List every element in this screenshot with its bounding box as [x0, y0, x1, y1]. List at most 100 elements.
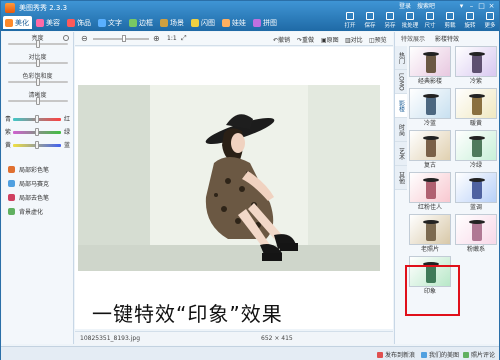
- effect-thumb-7[interactable]: 蓝调: [455, 172, 497, 212]
- canvas-status: 10825351_8193.jpg 652 × 415: [75, 331, 393, 345]
- maximize-icon[interactable]: □: [477, 2, 486, 10]
- zoom-ratio-button[interactable]: 1:1: [167, 35, 177, 42]
- toolbar-button-5[interactable]: 剪裁: [441, 11, 459, 31]
- zoom-knob[interactable]: [121, 35, 126, 42]
- title-toolbar: 美图秀秀 2.3.3 登录 搜索吧 ▾ – □ × 美化 美容 饰品 文字 边框 场景 闪图…: [1, 1, 499, 31]
- tab-5[interactable]: 场景: [158, 16, 187, 29]
- toolbar-button-4[interactable]: 尺寸: [421, 11, 439, 31]
- login-link[interactable]: 登录: [399, 3, 411, 10]
- paint-tool-2[interactable]: 局部去色笔: [8, 190, 49, 204]
- tab-8[interactable]: 拼图: [251, 16, 280, 29]
- toolbar-button-1[interactable]: 保存: [361, 11, 379, 31]
- slider-knob[interactable]: [36, 78, 40, 86]
- effect-thumb-6[interactable]: 红粉佳人: [409, 172, 451, 212]
- share-weibo-link[interactable]: 发布到新浪: [377, 350, 415, 359]
- tab-4[interactable]: 边框: [127, 16, 156, 29]
- user-links: 登录 搜索吧: [399, 3, 439, 11]
- tab-6[interactable]: 闪图: [189, 16, 218, 29]
- original-button[interactable]: ▣原图: [321, 35, 339, 44]
- image-dimensions: 652 × 415: [261, 335, 293, 342]
- palette-icon: [5, 18, 13, 27]
- toolbar-button-7[interactable]: 更多: [481, 11, 499, 31]
- puzzle-icon: [253, 18, 261, 27]
- tab-label: 娃娃: [232, 18, 246, 27]
- effect-thumb-3[interactable]: 暖黄: [455, 88, 497, 128]
- effect-thumb-1[interactable]: 冷紫: [455, 46, 497, 86]
- canvas-area[interactable]: 一键特效“印象”效果: [75, 47, 393, 329]
- search-link[interactable]: 搜索吧: [417, 3, 435, 10]
- paint-tool-3[interactable]: 背景虚化: [8, 204, 49, 218]
- side-tab-1[interactable]: LOMO: [395, 70, 407, 94]
- fit-screen-icon[interactable]: ⤢: [181, 34, 187, 43]
- tab-1[interactable]: 美容: [34, 16, 63, 29]
- toolbar-label: 旋转: [464, 23, 476, 29]
- color-slider-knob[interactable]: [35, 128, 39, 136]
- undo-button[interactable]: ↶撤销: [273, 35, 290, 44]
- toolbar-label: 另存: [384, 23, 396, 29]
- effect-label: 冷蓝: [423, 120, 436, 127]
- side-tab-3[interactable]: 时尚: [395, 118, 407, 142]
- side-tab-4[interactable]: 艺术: [395, 142, 407, 166]
- face-icon: [36, 18, 44, 27]
- tab-3[interactable]: 文字: [96, 16, 125, 29]
- minimize-icon[interactable]: –: [467, 2, 476, 10]
- toolbar-button-6[interactable]: 旋转: [461, 11, 479, 31]
- redo-button[interactable]: ↷重做: [297, 35, 314, 44]
- preview-button[interactable]: ◫预览: [369, 35, 387, 44]
- toolbar-button-3[interactable]: 批处理: [401, 11, 419, 31]
- tab-7[interactable]: 娃娃: [220, 16, 249, 29]
- compare-button[interactable]: ▥对比: [345, 35, 363, 44]
- toolbar-button-2[interactable]: 另存: [381, 11, 399, 31]
- effect-label: 经典影楼: [417, 78, 442, 85]
- paint-tool-1[interactable]: 局部马赛克: [8, 176, 49, 190]
- skin-icon[interactable]: ▾: [457, 2, 466, 10]
- color-slider-left-label: 黄: [5, 142, 12, 149]
- effect-thumb-5[interactable]: 冷绿: [455, 130, 497, 170]
- toolbar-button-0[interactable]: 打开: [341, 11, 359, 31]
- color-slider-right-label: 红: [64, 116, 71, 123]
- frame-icon: [129, 18, 137, 27]
- color-slider-knob[interactable]: [35, 115, 39, 123]
- brush-icon: [8, 165, 15, 173]
- effect-label: 暖黄: [469, 120, 482, 127]
- slider-knob[interactable]: [36, 40, 40, 48]
- side-tab-0[interactable]: 热门: [395, 46, 407, 70]
- effect-label: 冷绿: [469, 162, 482, 169]
- app-title: 美图秀秀 2.3.3: [19, 4, 68, 12]
- effects-show-label: 特效展示: [401, 36, 426, 43]
- effect-thumb-8[interactable]: 老照片: [409, 214, 451, 254]
- slider-knob[interactable]: [36, 97, 40, 105]
- photo-preview[interactable]: [78, 85, 380, 271]
- paint-tool-0[interactable]: 局部彩色笔: [8, 162, 49, 176]
- color-slider-0: 青红: [2, 112, 73, 125]
- batch-icon: [406, 12, 414, 20]
- flash-icon: [191, 18, 199, 27]
- bottom-status-bar: 发布到新浪 我们的美图 照片评论: [1, 346, 499, 360]
- slider-knob[interactable]: [36, 59, 40, 67]
- tab-label: 边框: [139, 18, 153, 27]
- zoom-in-icon[interactable]: ⊕: [153, 34, 160, 43]
- effect-preview-image: [455, 46, 497, 77]
- tab-0[interactable]: 美化: [3, 16, 32, 29]
- effect-label: 粉嫩系: [466, 246, 485, 253]
- side-tab-5[interactable]: 其他: [395, 166, 407, 190]
- effect-preview-image: [455, 214, 497, 245]
- side-tab-2[interactable]: 影楼: [395, 94, 407, 118]
- effect-preview-image: [455, 88, 497, 119]
- bow-icon: [67, 18, 75, 27]
- slider-3: 清晰度: [2, 89, 73, 108]
- text-icon: [98, 18, 106, 27]
- effect-thumb-0[interactable]: 经典影楼: [409, 46, 451, 86]
- zoom-out-icon[interactable]: ⊖: [81, 34, 88, 43]
- close-icon[interactable]: ×: [487, 2, 496, 10]
- color-slider-knob[interactable]: [35, 141, 39, 149]
- photo-review-link[interactable]: 照片评论: [463, 350, 495, 359]
- paint-tool-label: 局部马赛克: [19, 180, 50, 188]
- effect-thumb-2[interactable]: 冷蓝: [409, 88, 451, 128]
- meitu-community-link[interactable]: 我们的美图: [421, 350, 459, 359]
- effect-thumb-9[interactable]: 粉嫩系: [455, 214, 497, 254]
- effect-thumb-4[interactable]: 复古: [409, 130, 451, 170]
- toolbar-label: 尺寸: [424, 23, 436, 29]
- color-slider-right-label: 绿: [64, 129, 71, 136]
- tab-2[interactable]: 饰品: [65, 16, 94, 29]
